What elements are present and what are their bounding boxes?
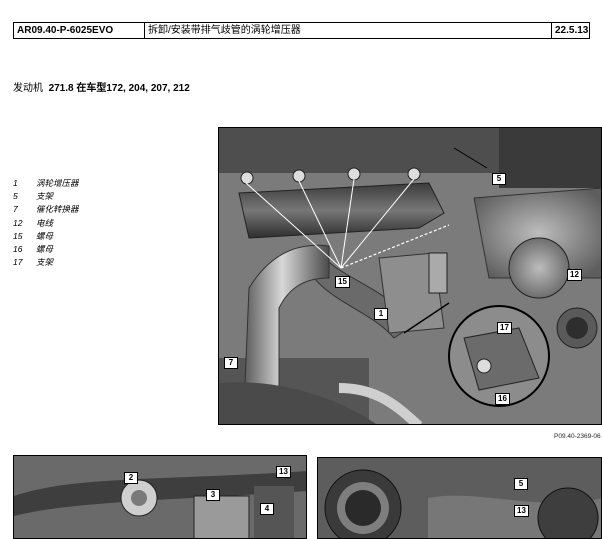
callout-2: 2 (124, 472, 138, 484)
callout-5: 5 (492, 173, 506, 185)
callout-1: 1 (374, 308, 388, 320)
engine-detail-photo-right: 5 13 (317, 457, 602, 539)
legend-item: 17 支架 (13, 257, 54, 268)
legend-item: 15 螺母 (13, 230, 54, 241)
callout-13: 13 (276, 466, 291, 478)
engine-detail: 271.8 在车型172, 204, 207, 212 (48, 83, 190, 94)
callout-15: 15 (335, 276, 350, 288)
engine-detail-photo-left: 13 2 3 4 (13, 455, 307, 539)
doc-code: AR09.40-P-6025EVO (14, 23, 145, 38)
document-header: AR09.40-P-6025EVO 拆卸/安装带排气歧管的涡轮增压器 22.5.… (13, 22, 590, 39)
callout-7: 7 (224, 357, 238, 369)
doc-title: 拆卸/安装带排气歧管的涡轮增压器 (145, 23, 552, 38)
doc-date: 22.5.13 (555, 25, 589, 36)
callout-4: 4 (260, 503, 274, 515)
legend-item: 12 电线 (13, 217, 54, 228)
parts-legend: 1 涡轮增压器 5 支架 7 催化转换器 12 电线 15 螺母 16 螺母 17 支架 (13, 177, 79, 269)
turbocharger-photo: 5 12 15 1 17 7 16 (218, 127, 602, 425)
callout-5: 5 (514, 478, 528, 490)
legend-item: 7 催化转换器 (13, 204, 79, 215)
callout-13: 13 (514, 505, 529, 517)
callout-3: 3 (206, 489, 220, 501)
callout-12: 12 (567, 269, 582, 281)
legend-item: 16 螺母 (13, 244, 54, 255)
engine-label: 发动机 (13, 83, 43, 94)
engine-photo-illustration (318, 458, 601, 538)
callout-17: 17 (497, 322, 512, 334)
callout-16: 16 (495, 393, 510, 405)
engine-photo-illustration (219, 128, 601, 424)
legend-item: 5 支架 (13, 191, 54, 202)
engine-photo-illustration (14, 456, 306, 538)
figure-reference: P09.40-2369-06 (554, 433, 601, 440)
legend-item: 1 涡轮增压器 (13, 178, 79, 188)
applicability-line: 发动机 271.8 在车型172, 204, 207, 212 (13, 82, 213, 96)
